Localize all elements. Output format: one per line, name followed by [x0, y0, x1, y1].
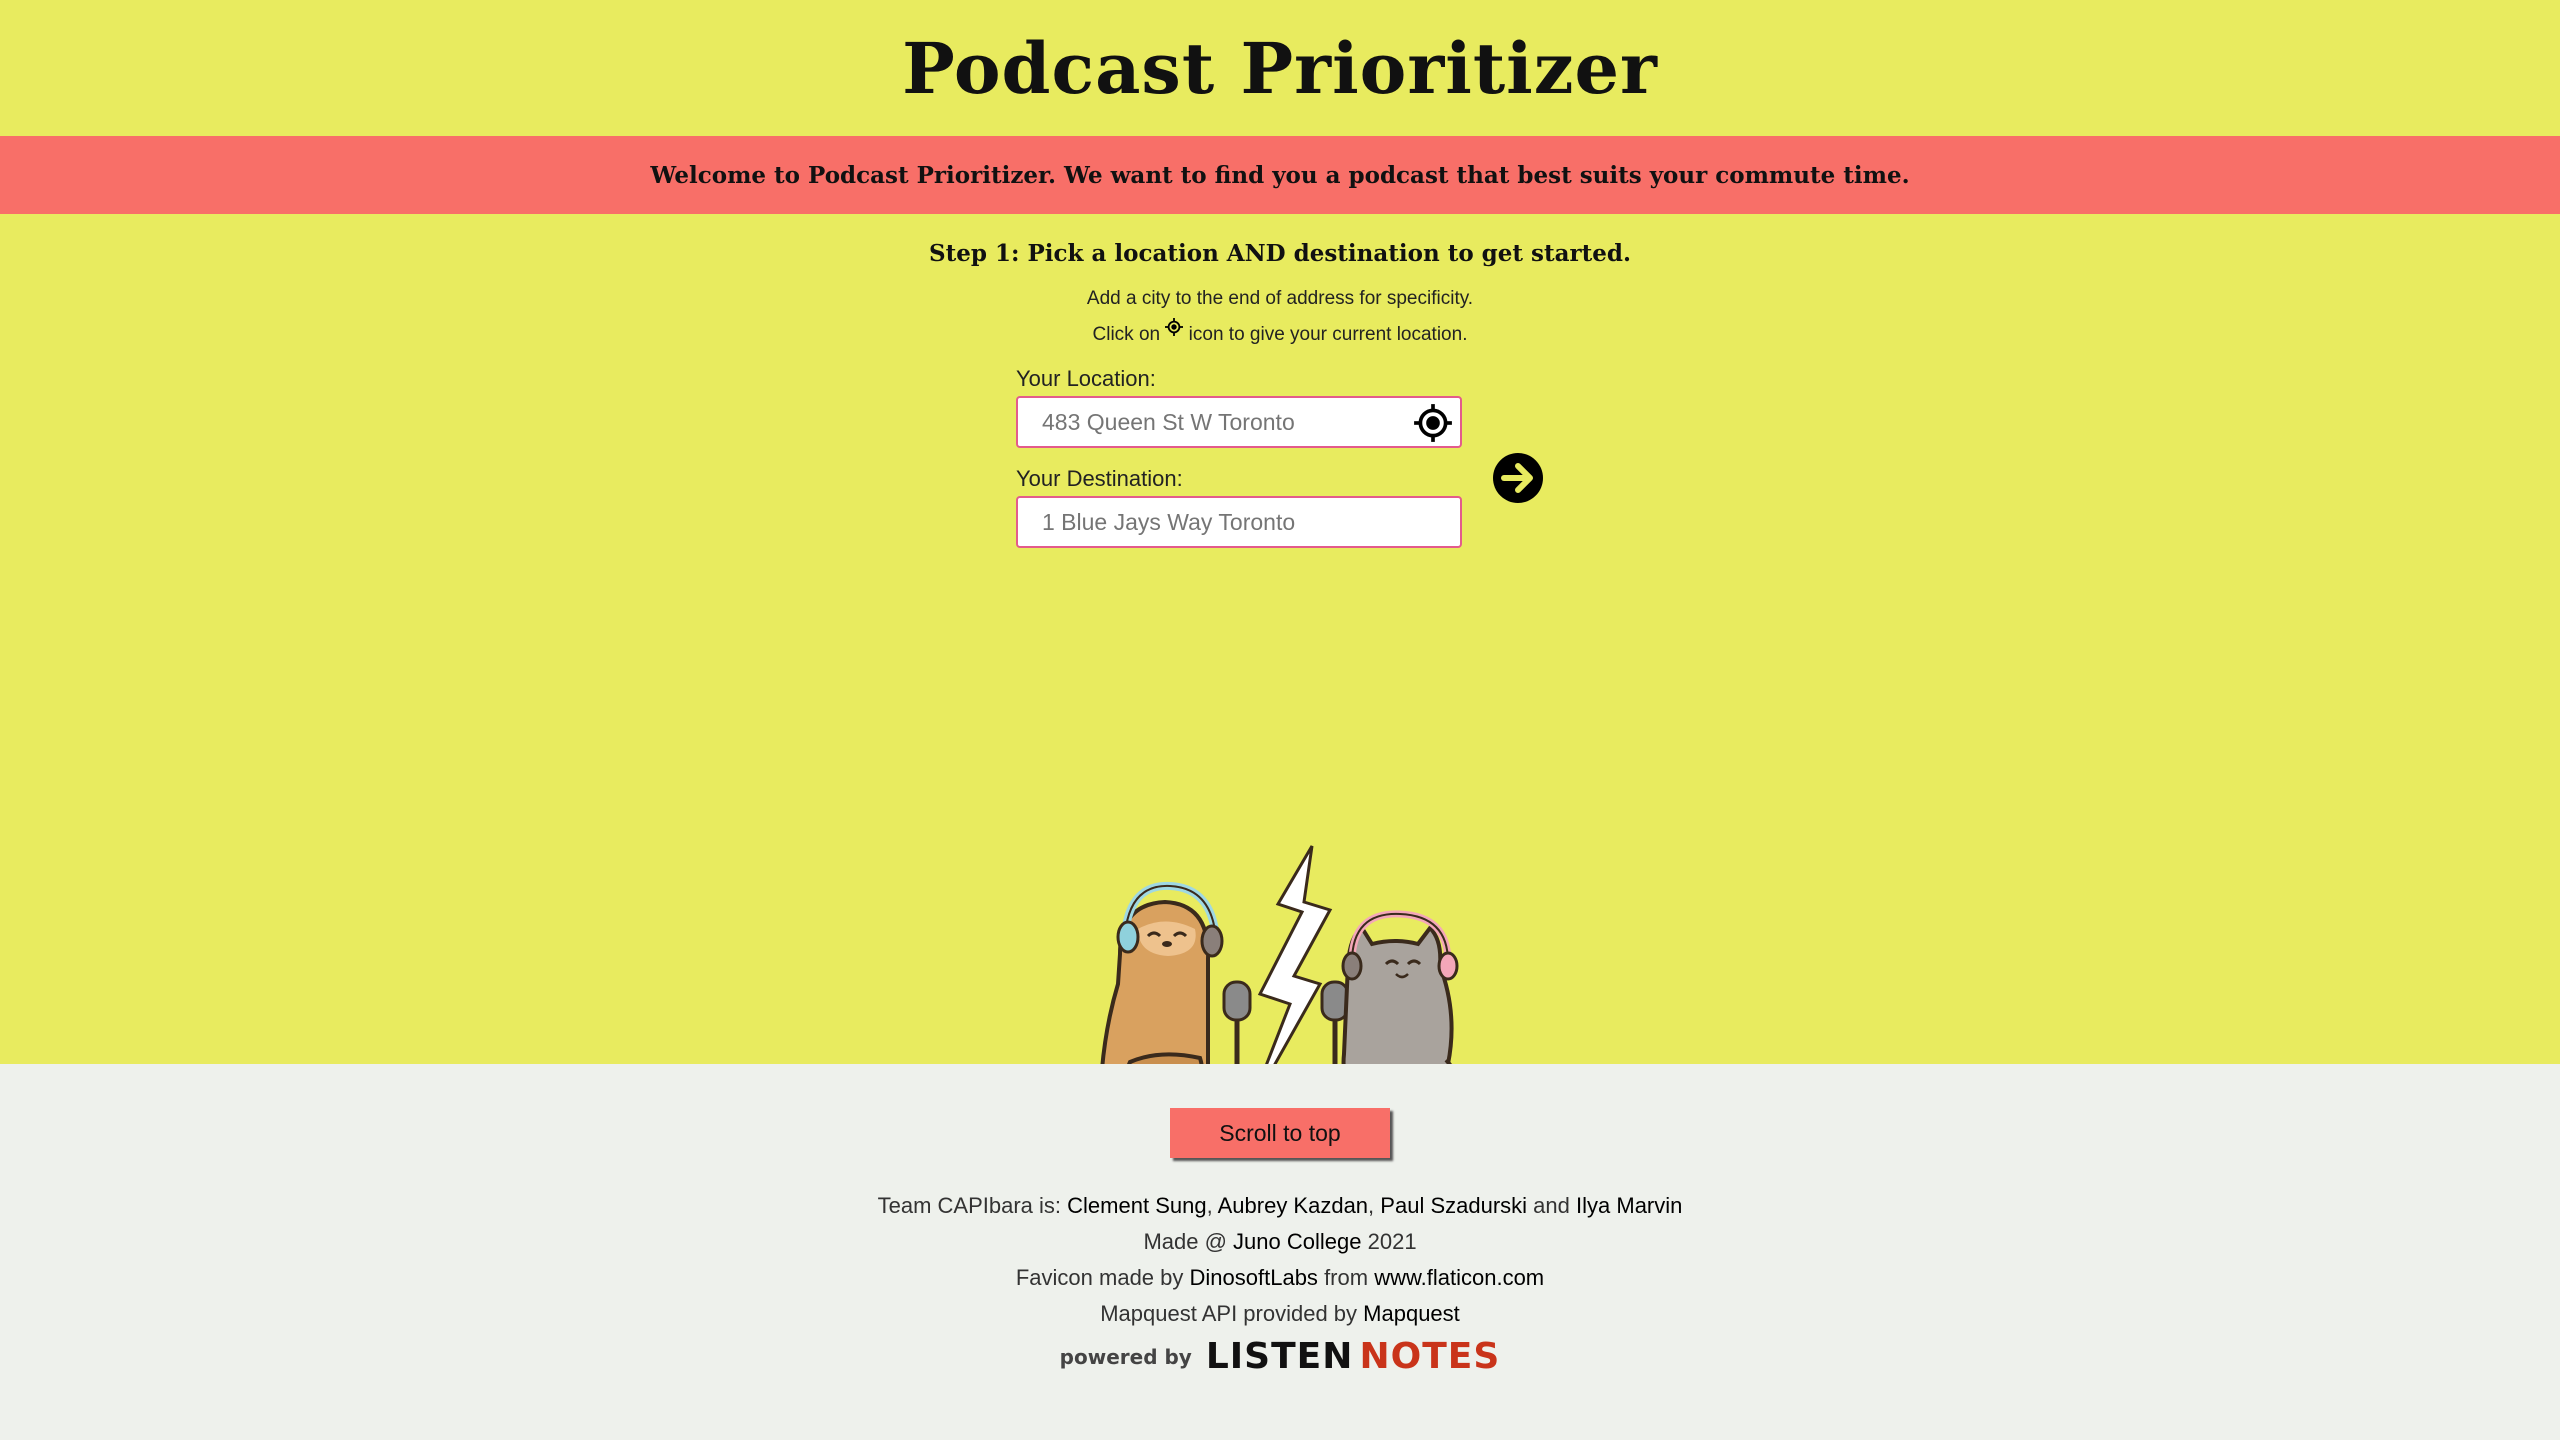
member-link-paul[interactable]: Paul Szadurski: [1380, 1193, 1527, 1218]
destination-label: Your Destination:: [1016, 466, 1183, 491]
welcome-text: Welcome to Podcast Prioritizer. We want …: [650, 161, 1910, 189]
made-line: Made @ Juno College 2021: [0, 1224, 2560, 1260]
juno-college-link[interactable]: Juno College: [1233, 1229, 1361, 1254]
favicon-from: from: [1324, 1265, 1369, 1290]
hint-locate: Click on icon to give your current locat…: [0, 317, 2560, 353]
member-link-clement[interactable]: Clement Sung: [1067, 1193, 1206, 1218]
team-line: Team CAPIbara is: Clement Sung, Aubrey K…: [0, 1188, 2560, 1224]
dinosoftlabs-link[interactable]: DinosoftLabs: [1190, 1265, 1318, 1290]
destination-input-box: [1016, 496, 1462, 548]
made-prefix: Made @: [1143, 1229, 1227, 1254]
cat-earcup-left: [1341, 951, 1363, 981]
listen-notes-badge[interactable]: powered by LISTEN NOTES: [0, 1336, 2560, 1377]
sloth-mic-head: [1222, 980, 1252, 1022]
cat-earcup-right: [1437, 951, 1459, 981]
arrow-right-circle-icon[interactable]: [1492, 452, 1544, 504]
logo-listen: LISTEN: [1205, 1336, 1354, 1377]
sloth-earcup-left: [1116, 920, 1140, 954]
hint-locate-after: icon to give your current location.: [1188, 324, 1468, 345]
crosshair-icon: [1165, 318, 1184, 336]
credits: Team CAPIbara is: Clement Sung, Aubrey K…: [0, 1188, 2560, 1377]
logo-notes: NOTES: [1359, 1336, 1501, 1377]
member-link-aubrey[interactable]: Aubrey Kazdan: [1218, 1193, 1368, 1218]
route-form: Your Location: Your Destination:: [1016, 362, 1546, 562]
locate-crosshair-icon[interactable]: [1412, 402, 1454, 444]
welcome-banner: Welcome to Podcast Prioritizer. We want …: [0, 136, 2560, 214]
location-input-box: [1016, 396, 1462, 448]
page-title: Podcast Prioritizer: [902, 26, 1658, 110]
mapquest-prefix: Mapquest API provided by: [1100, 1301, 1358, 1326]
made-year: 2021: [1367, 1229, 1417, 1254]
favicon-prefix: Favicon made by: [1015, 1265, 1184, 1290]
mapquest-link[interactable]: Mapquest: [1363, 1301, 1460, 1326]
powered-by-text: powered by: [1059, 1344, 1192, 1369]
listen-notes-logo: LISTEN NOTES: [1206, 1336, 1500, 1377]
site-footer: Scroll to top Team CAPIbara is: Clement …: [0, 1064, 2560, 1440]
team-prefix: Team CAPIbara is:: [877, 1193, 1062, 1218]
member-link-ilya[interactable]: Ilya Marvin: [1576, 1193, 1682, 1218]
comma-2: ,: [1368, 1193, 1375, 1218]
flaticon-link[interactable]: www.flaticon.com: [1374, 1265, 1544, 1290]
sloth-earcup-right: [1200, 924, 1224, 958]
scroll-to-top-button[interactable]: Scroll to top: [1170, 1108, 1390, 1158]
favicon-line: Favicon made by DinosoftLabs from www.fl…: [0, 1260, 2560, 1296]
main-content: Step 1: Pick a location AND destination …: [0, 214, 2560, 1113]
comma-1: ,: [1206, 1193, 1213, 1218]
and-word: and: [1533, 1193, 1570, 1218]
location-label: Your Location:: [1016, 366, 1156, 391]
location-input[interactable]: [1018, 398, 1422, 446]
mapquest-line: Mapquest API provided by Mapquest: [0, 1296, 2560, 1332]
step-title: Step 1: Pick a location AND destination …: [929, 240, 1631, 267]
site-header: Podcast Prioritizer: [0, 0, 2560, 136]
destination-input[interactable]: [1018, 498, 1422, 546]
hint-locate-before: Click on: [1092, 324, 1161, 345]
page: Podcast Prioritizer Welcome to Podcast P…: [0, 0, 2560, 1440]
hint-city: Add a city to the end of address for spe…: [1086, 288, 1474, 309]
